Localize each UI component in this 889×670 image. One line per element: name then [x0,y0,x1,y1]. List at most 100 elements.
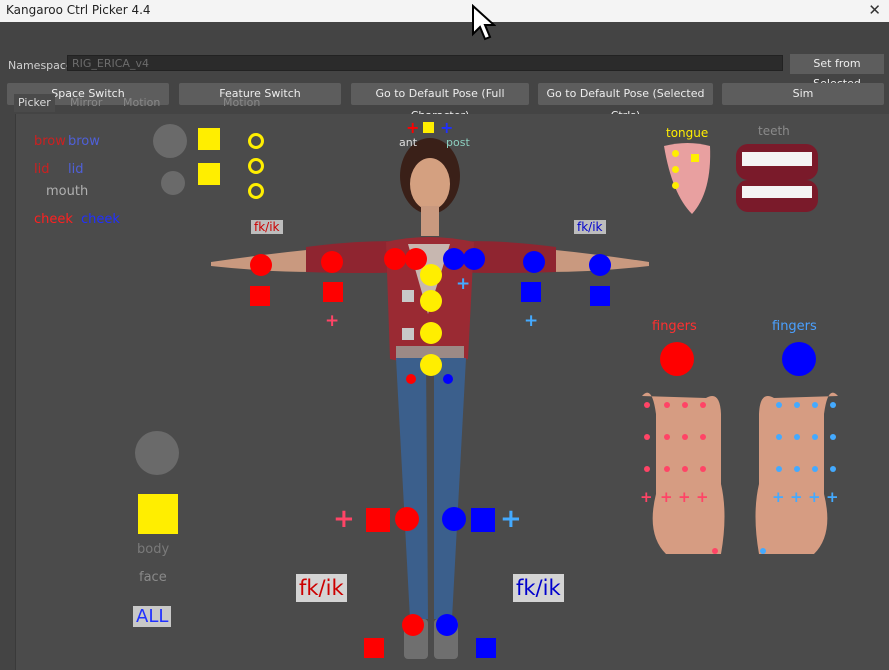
finger-control[interactable] [812,434,818,440]
clavicle-right-control[interactable] [443,248,465,270]
face-ring-control[interactable] [248,183,264,199]
finger-plus-left[interactable]: + [640,490,653,505]
finger-plus-right[interactable]: + [826,490,839,505]
finger-control[interactable] [682,434,688,440]
tongue-control[interactable] [672,150,679,157]
finger-control[interactable] [812,466,818,472]
set-from-selected-button[interactable]: Set from Selected [790,54,884,90]
ant-label[interactable]: ant [399,136,417,149]
finger-plus-left[interactable]: + [660,490,673,505]
hip-right-control[interactable] [443,374,453,384]
fingers-right-label[interactable]: fingers [772,319,817,334]
hand-ik-right-control[interactable] [590,286,610,306]
shoulder-right-control[interactable] [463,248,485,270]
fingers-left-label[interactable]: fingers [652,319,697,334]
tongue-control[interactable] [672,182,679,189]
shoulder-left-control[interactable] [384,248,406,270]
foot-right-control[interactable] [476,638,496,658]
elbow-left-control[interactable] [321,251,343,273]
finger-plus-left[interactable]: + [678,490,691,505]
body-root-control[interactable] [135,431,179,475]
ankle-left-control[interactable] [402,614,424,636]
finger-control[interactable] [700,402,706,408]
face-label[interactable]: face [139,570,167,585]
fingers-left-control[interactable] [660,342,694,376]
brow-left-label[interactable]: brow [34,134,66,149]
thumb-control[interactable] [712,548,718,554]
post-label[interactable]: post [446,136,470,149]
hand-ik-left-control[interactable] [250,286,270,306]
elbow-right-control[interactable] [523,251,545,273]
finger-control[interactable] [776,434,782,440]
finger-plus-right[interactable]: + [790,490,803,505]
cheek-right-label[interactable]: cheek [81,212,120,227]
all-button[interactable]: ALL [133,606,172,627]
finger-control[interactable] [664,402,670,408]
spine-control[interactable] [420,290,442,312]
finger-control[interactable] [700,466,706,472]
finger-control[interactable] [664,434,670,440]
foot-left-control[interactable] [364,638,384,658]
face-ring-control[interactable] [248,158,264,174]
knee-plus-right[interactable]: + [500,506,522,532]
tongue-control[interactable] [672,166,679,173]
lid-right-label[interactable]: lid [68,162,83,177]
ankle-right-control[interactable] [436,614,458,636]
shoulder-plus-right[interactable]: + [456,276,470,293]
tongue-tip-control[interactable] [691,154,699,162]
face-square-control[interactable] [198,163,220,185]
default-pose-selected-button[interactable]: Go to Default Pose (Selected Ctrls) [538,83,713,122]
finger-plus-right[interactable]: + [772,490,785,505]
finger-control[interactable] [794,466,800,472]
wrist-left-control[interactable] [250,254,272,276]
tab-mirror[interactable]: Mirror [70,94,102,112]
thumb-control[interactable] [760,548,766,554]
default-pose-full-button[interactable]: Go to Default Pose (Full Character) [351,83,529,122]
tab-motion-path[interactable]: Motion Path [223,94,260,127]
mouth-label[interactable]: mouth [46,184,88,199]
finger-control[interactable] [682,402,688,408]
finger-control[interactable] [700,434,706,440]
hips-control[interactable] [420,354,442,376]
tab-picker[interactable]: Picker [14,94,55,112]
arm-plus-left[interactable]: + [325,313,339,330]
finger-control[interactable] [644,402,650,408]
hip-left-control[interactable] [406,374,416,384]
finger-control[interactable] [644,466,650,472]
finger-plus-right[interactable]: + [808,490,821,505]
head-top-control[interactable] [423,122,434,133]
head-plus-left[interactable]: + [406,120,419,136]
spine-control[interactable] [420,322,442,344]
finger-control[interactable] [794,434,800,440]
fkik-leg-left[interactable]: fk/ik [296,574,347,602]
head-control[interactable] [161,171,185,195]
knee-ik-right-control[interactable] [471,508,495,532]
fkik-arm-right[interactable]: fk/ik [574,220,606,234]
finger-control[interactable] [794,402,800,408]
lid-left-label[interactable]: lid [34,162,49,177]
spine-control[interactable] [420,264,442,286]
finger-control[interactable] [776,402,782,408]
tab-motion-capture[interactable]: Motion Capture [123,94,167,127]
knee-plus-left[interactable]: + [333,506,355,532]
namespace-field[interactable]: RIG_ERICA_v4 [67,55,783,71]
arm-plus-right[interactable]: + [524,313,538,330]
finger-control[interactable] [830,402,836,408]
face-square-control[interactable] [198,128,220,150]
finger-control[interactable] [644,434,650,440]
spine-offset-control[interactable] [402,328,414,340]
knee-ik-left-control[interactable] [366,508,390,532]
knee-left-control[interactable] [395,507,419,531]
head-plus-right[interactable]: + [440,120,453,136]
body-main-control[interactable] [138,494,178,534]
finger-plus-left[interactable]: + [696,490,709,505]
sim-button[interactable]: Sim [722,83,884,105]
spine-offset-control[interactable] [402,290,414,302]
eye-aim-control[interactable] [153,124,187,158]
tongue-label[interactable]: tongue [666,126,708,140]
finger-control[interactable] [776,466,782,472]
body-label[interactable]: body [137,542,169,557]
brow-right-label[interactable]: brow [68,134,100,149]
face-ring-control[interactable] [248,133,264,149]
finger-control[interactable] [664,466,670,472]
